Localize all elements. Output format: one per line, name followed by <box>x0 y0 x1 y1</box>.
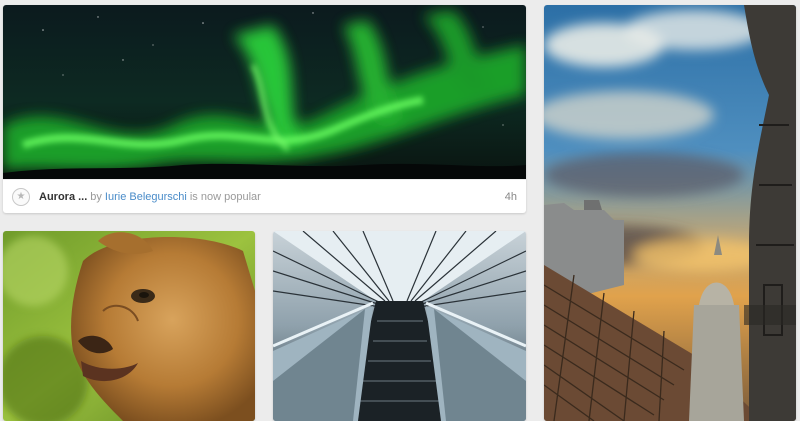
lion-cub-photo[interactable] <box>3 231 255 421</box>
card-footer: ★ Aurora ... by Iurie Belegurschi is now… <box>3 179 526 213</box>
escalator-photo[interactable] <box>273 231 526 421</box>
aurora-photo[interactable] <box>3 5 526 180</box>
status-text: is now popular <box>189 190 261 203</box>
by-label: by <box>90 190 102 203</box>
author-link[interactable]: Iurie Belegurschi <box>105 191 187 203</box>
photo-card-rooftops[interactable] <box>544 5 796 421</box>
timestamp: 4h <box>504 190 517 203</box>
rooftops-photo[interactable] <box>544 5 796 421</box>
photo-title[interactable]: Aurora ... <box>39 191 87 203</box>
star-icon[interactable]: ★ <box>12 187 30 206</box>
photo-card-escalator[interactable] <box>273 231 526 421</box>
photo-card-aurora[interactable]: ★ Aurora ... by Iurie Belegurschi is now… <box>3 5 526 213</box>
photo-card-lion[interactable] <box>3 231 255 421</box>
